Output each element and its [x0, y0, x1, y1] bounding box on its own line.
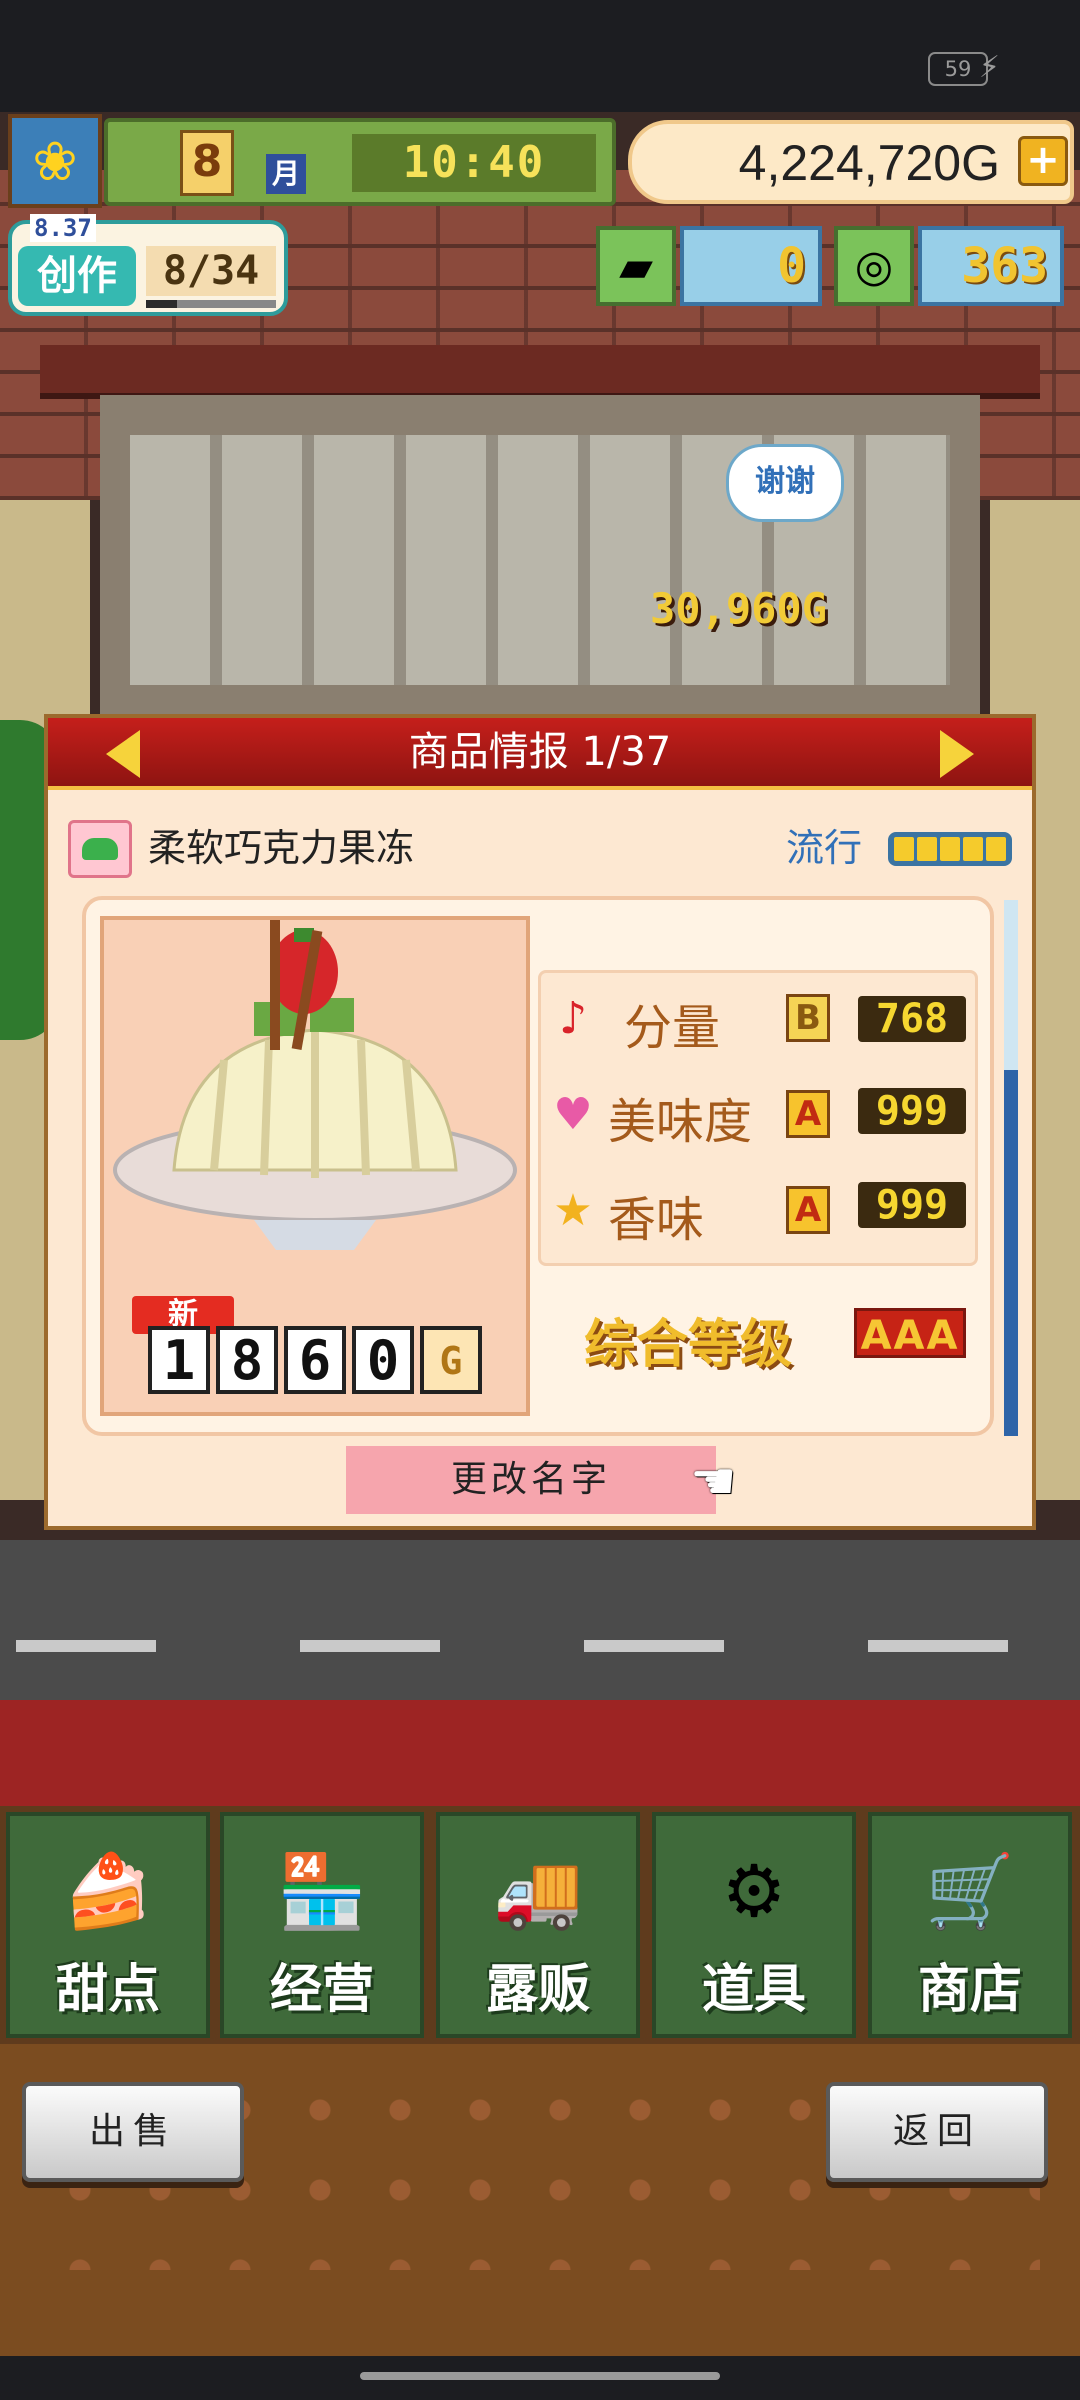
price-digit: 1 [148, 1326, 210, 1394]
home-indicator[interactable] [360, 2372, 720, 2380]
creation-progress-fill [146, 300, 177, 308]
creation-label: 创作 [18, 246, 136, 306]
gold-amount: 4,224,720G [738, 135, 1000, 191]
nav-items-button[interactable]: ⚙ 道具 [652, 1812, 856, 2038]
lane-marking [300, 1640, 440, 1652]
back-button[interactable]: 返回 [826, 2082, 1048, 2182]
nav-store-button[interactable]: 🛒 商店 [868, 1812, 1072, 2038]
nav-desserts-button[interactable]: 🍰 甜点 [6, 1812, 210, 2038]
red-carpet [0, 1700, 1080, 1810]
nav-label: 道具 [701, 1960, 806, 2020]
jelly-icon [68, 820, 132, 878]
nav-label: 甜点 [55, 1960, 160, 2020]
season-sunflower-icon[interactable]: ❀ [8, 114, 102, 208]
status-bar [0, 0, 1080, 112]
earned-gold-popup: 30,960G [650, 584, 828, 633]
cart-icon: 🛒 [925, 1848, 1015, 1933]
stat-grade-taste: A [786, 1090, 830, 1138]
speech-bubble: 谢谢 [726, 444, 844, 522]
silver-medal-icon: ◎ [834, 226, 914, 306]
next-arrow-icon[interactable] [940, 730, 974, 778]
price-display: 1 8 6 0 G [148, 1326, 482, 1394]
game-clock: 10:40 [352, 134, 596, 192]
price-digit: 0 [352, 1326, 414, 1394]
road [0, 1540, 1080, 1700]
price-currency: G [420, 1326, 482, 1394]
trend-label: 流行 [786, 826, 863, 870]
product-name: 柔软巧克力果冻 [148, 826, 415, 870]
rename-button[interactable]: 更改名字 [346, 1446, 716, 1514]
sell-button[interactable]: 出售 [22, 2082, 244, 2182]
gold-ticket-icon: ▰ [596, 226, 676, 306]
nav-street-stall-button[interactable]: 🚚 露贩 [436, 1812, 640, 2038]
lane-marking [584, 1640, 724, 1652]
shop-awning [40, 345, 1040, 399]
lane-marking [868, 1640, 1008, 1652]
trend-cell [917, 837, 937, 861]
stat-value-taste: 999 [858, 1088, 966, 1134]
month-number: 8 [180, 130, 234, 196]
trend-cell [963, 837, 983, 861]
pointing-hand-icon: ☚ [690, 1452, 737, 1512]
trend-cell [894, 837, 914, 861]
lane-marking [16, 1640, 156, 1652]
stat-label-taste: 美味度 [608, 1094, 753, 1150]
shop-icon: 🏪 [277, 1848, 367, 1933]
food-truck-icon: 🚚 [493, 1848, 583, 1933]
ticket-count: 0 [680, 226, 822, 306]
stat-grade-aroma: A [786, 1186, 830, 1234]
stat-value-portion: 768 [858, 996, 966, 1042]
nav-management-button[interactable]: 🏪 经营 [220, 1812, 424, 2038]
previous-arrow-icon[interactable] [106, 730, 140, 778]
trend-cell [940, 837, 960, 861]
stat-label-portion: 分量 [624, 1000, 721, 1056]
nav-label: 露贩 [485, 1960, 590, 2020]
medal-count: 363 [918, 226, 1064, 306]
overall-rank-grade: AAA [854, 1308, 966, 1359]
scrollbar-thumb[interactable] [1004, 1070, 1018, 1436]
nav-label: 商店 [917, 1960, 1022, 2020]
stat-value-aroma: 999 [858, 1182, 966, 1228]
trend-cell [986, 837, 1006, 861]
dialog-title: 商品情报 1/37 [48, 718, 1032, 790]
creation-date: 8.37 [30, 214, 96, 242]
stat-label-aroma: 香味 [608, 1192, 705, 1248]
add-gold-button[interactable]: + [1018, 136, 1068, 186]
cake-icon: 🍰 [63, 1848, 153, 1933]
star-icon: ★ [553, 1185, 593, 1236]
overall-rank-label: 综合等级 [584, 1315, 793, 1375]
nav-label: 经营 [269, 1960, 374, 2020]
month-label: 月 [266, 154, 306, 194]
item-bag-icon: ⚙ [721, 1849, 787, 1933]
creation-progress: 8/34 [146, 246, 276, 296]
charging-icon: ⚡ [978, 50, 1000, 85]
music-note-icon: ♪ [558, 993, 588, 1044]
price-digit: 8 [216, 1326, 278, 1394]
stat-grade-portion: B [786, 994, 830, 1042]
shop-window [100, 395, 980, 725]
heart-icon: ♥ [553, 1089, 593, 1140]
price-digit: 6 [284, 1326, 346, 1394]
trend-meter [888, 832, 1012, 866]
